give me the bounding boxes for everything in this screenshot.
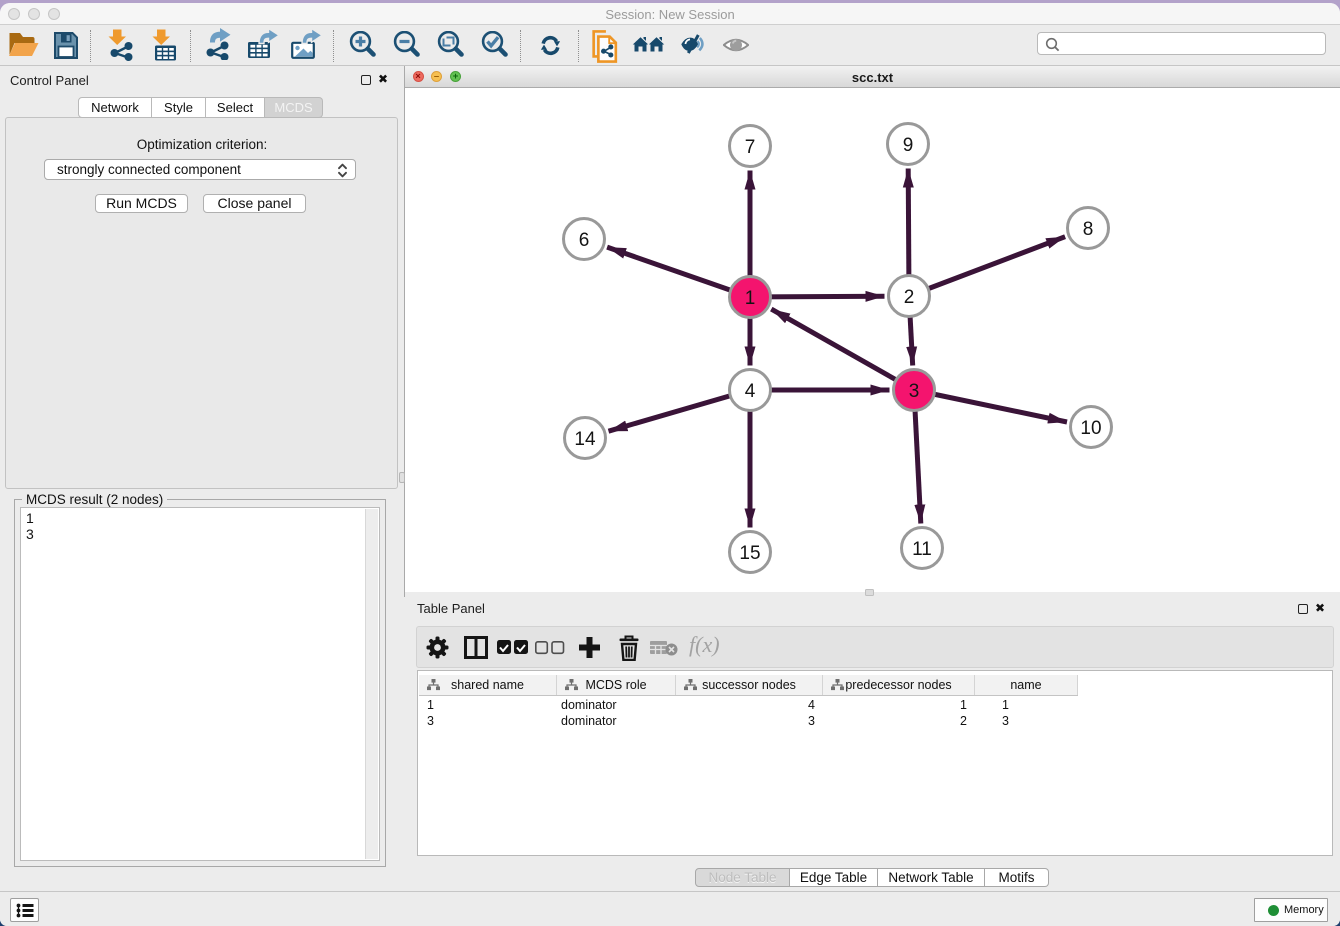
svg-text:6: 6 [579, 230, 590, 251]
svg-text:3: 3 [909, 381, 920, 402]
svg-text:4: 4 [745, 381, 756, 402]
svg-text:8: 8 [1083, 219, 1094, 240]
svg-text:1: 1 [745, 288, 756, 309]
svg-text:14: 14 [574, 429, 596, 450]
svg-text:10: 10 [1080, 418, 1101, 439]
svg-text:7: 7 [745, 137, 756, 158]
svg-text:11: 11 [912, 539, 932, 560]
svg-text:2: 2 [904, 287, 915, 308]
svg-text:15: 15 [739, 543, 760, 564]
svg-text:9: 9 [903, 135, 914, 156]
